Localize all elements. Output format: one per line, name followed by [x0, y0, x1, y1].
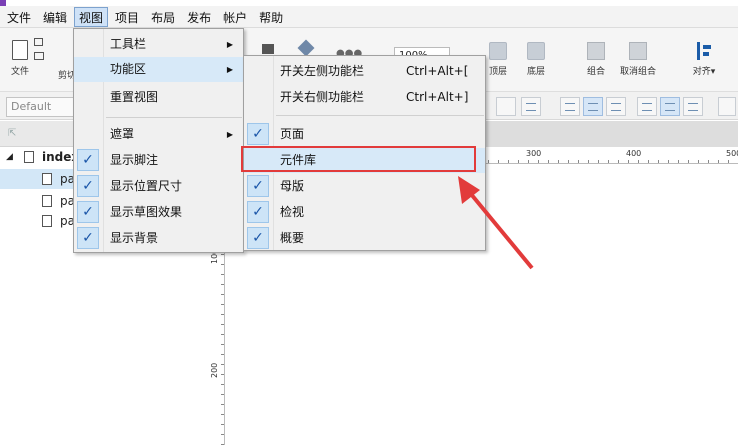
checkmark-icon: ✓ [77, 149, 99, 171]
menu-item-label: 显示草图效果 [110, 205, 183, 219]
align-text-right-button[interactable] [606, 97, 626, 116]
ruler-tick-label: 200 [210, 362, 219, 378]
dropdown-button[interactable] [496, 97, 516, 116]
view-menu-reset-view[interactable]: 重置视图 [74, 85, 243, 110]
menu-item-label: 显示脚注 [110, 153, 159, 167]
list-format-button[interactable] [521, 97, 541, 116]
group-button[interactable]: 组合 [582, 42, 610, 77]
shape-icon[interactable] [262, 44, 274, 54]
checkmark-icon: ✓ [247, 175, 269, 197]
toggle-right-panel-item[interactable]: 开关右侧功能栏 Ctrl+Alt+] [244, 85, 485, 110]
send-to-bottom-button[interactable]: 底层 [522, 42, 550, 77]
menu-shortcut: Ctrl+Alt+] [406, 90, 469, 104]
view-menu-show-footnotes[interactable]: ✓ 显示脚注 [74, 148, 243, 173]
fill-color-button[interactable] [718, 97, 736, 116]
open-folder-icon [34, 52, 44, 60]
checkmark-icon: ✓ [77, 175, 99, 197]
menu-publish[interactable]: 发布 [182, 7, 216, 27]
menu-file[interactable]: 文件 [2, 7, 36, 27]
file-button[interactable]: 文件 [8, 40, 32, 77]
submenu-arrow-icon: ▶ [226, 130, 233, 139]
checkmark-icon: ✓ [247, 227, 269, 249]
ruler-tick-label: 500 [726, 149, 738, 158]
menu-item-label: 功能区 [110, 62, 147, 76]
align-button[interactable]: 对齐▾ [686, 42, 722, 77]
group-label: 组合 [586, 67, 605, 77]
menu-account[interactable]: 帐户 [218, 7, 252, 27]
page-icon [42, 173, 52, 185]
ungroup-button[interactable]: 取消组合 [616, 42, 660, 77]
view-menu-mask[interactable]: 遮罩 ▶ [74, 122, 243, 147]
align-text-center-button[interactable] [583, 97, 603, 116]
view-menu: 工具栏 ▶ 功能区 ▶ 重置视图 遮罩 ▶ ✓ 显示脚注 ✓ 显示位置尺寸 ✓ … [73, 28, 244, 253]
annotation-arrow-icon [458, 176, 534, 270]
menu-item-label: 页面 [280, 127, 305, 141]
menu-view[interactable]: 视图 [74, 6, 109, 27]
ruler-tick-label: 300 [526, 149, 542, 158]
menu-layout[interactable]: 布局 [146, 7, 180, 27]
menu-item-label: 工具栏 [110, 37, 147, 51]
new-file-icon [12, 40, 28, 60]
valign-bottom-button[interactable] [683, 97, 703, 116]
save-icon [34, 38, 43, 46]
menu-item-label: 遮罩 [110, 127, 135, 141]
valign-top-button[interactable] [637, 97, 657, 116]
top-layer-icon [489, 42, 507, 60]
view-menu-ribbon[interactable]: 功能区 ▶ [74, 57, 243, 82]
collapse-triangle-icon[interactable]: ◢ [6, 147, 13, 167]
checkmark-icon: ✓ [247, 201, 269, 223]
pointer-icon[interactable]: ⇱ [8, 129, 18, 139]
menu-help[interactable]: 帮助 [254, 7, 288, 27]
checkmark-icon: ✓ [77, 227, 99, 249]
bottom-layer-icon [527, 42, 545, 60]
submenu-arrow-icon: ▶ [226, 40, 233, 49]
group-icon [587, 42, 605, 60]
ungroup-icon [629, 42, 647, 60]
submenu-arrow-icon: ▶ [226, 65, 233, 74]
menu-shortcut: Ctrl+Alt+[ [406, 64, 469, 78]
toggle-left-panel-item[interactable]: 开关左侧功能栏 Ctrl+Alt+[ [244, 59, 485, 84]
menu-edit[interactable]: 编辑 [38, 7, 72, 27]
align-label: 对齐▾ [692, 67, 716, 77]
top-layer-label: 顶层 [488, 67, 507, 77]
view-menu-toolbar[interactable]: 工具栏 ▶ [74, 32, 243, 57]
menubar: 文件 编辑 视图 项目 布局 发布 帐户 帮助 [0, 6, 738, 28]
file-button-label: 文件 [10, 67, 29, 77]
page-icon [24, 151, 34, 163]
checkmark-icon: ✓ [247, 123, 269, 145]
menu-separator [106, 117, 242, 118]
view-menu-show-position-size[interactable]: ✓ 显示位置尺寸 [74, 174, 243, 199]
panel-pages-item[interactable]: ✓ 页面 [244, 122, 485, 147]
menu-item-label: 开关左侧功能栏 [280, 64, 365, 78]
menu-item-label: 显示位置尺寸 [110, 179, 183, 193]
page-icon [42, 195, 52, 207]
style-select[interactable]: Default [6, 97, 76, 117]
menu-separator [276, 115, 484, 116]
menu-item-label: 检视 [280, 205, 305, 219]
view-menu-show-sketch-effect[interactable]: ✓ 显示草图效果 [74, 200, 243, 225]
view-menu-show-background[interactable]: ✓ 显示背景 [74, 226, 243, 251]
menu-project[interactable]: 项目 [110, 7, 144, 27]
ungroup-label: 取消组合 [619, 67, 656, 77]
valign-middle-button[interactable] [660, 97, 680, 116]
menu-item-label: 开关右侧功能栏 [280, 90, 365, 104]
menu-item-label: 母版 [280, 179, 305, 193]
align-text-left-button[interactable] [560, 97, 580, 116]
menu-item-label: 显示背景 [110, 231, 159, 245]
ruler-tick-label: 400 [626, 149, 642, 158]
save-icon-group[interactable] [34, 38, 44, 60]
page-icon [42, 215, 52, 227]
pen-icon[interactable] [297, 39, 315, 57]
bring-to-top-button[interactable]: 顶层 [484, 42, 512, 77]
align-left-icon [697, 42, 711, 60]
menu-item-label: 概要 [280, 231, 305, 245]
menu-item-label: 重置视图 [110, 90, 159, 104]
checkmark-icon: ✓ [77, 201, 99, 223]
bottom-layer-label: 底层 [526, 67, 545, 77]
